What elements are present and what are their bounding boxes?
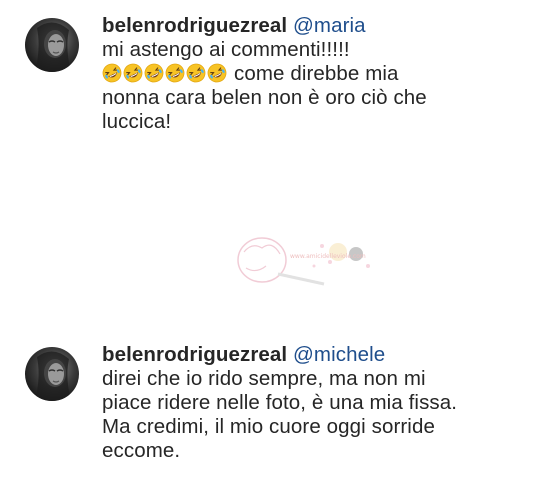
watermark-text: www.amicidelleviole.com — [290, 253, 366, 260]
comment-header: belenrodriguezreal @michele — [102, 343, 522, 367]
watermark-icon — [237, 237, 370, 286]
comment-line-emoji: come direbbe mia — [102, 62, 522, 86]
emoji-group — [102, 63, 228, 83]
comment-line: direi che io rido sempre, ma non mi — [102, 367, 426, 390]
username-link[interactable]: belenrodriguezreal — [102, 343, 287, 366]
avatar[interactable] — [25, 347, 79, 401]
rofl-laughing-emoji-icon — [144, 63, 164, 83]
profile-photo-icon — [35, 351, 71, 401]
mention-link[interactable]: @maria — [293, 14, 366, 37]
rofl-laughing-emoji-icon — [186, 63, 206, 83]
comment-line: piace ridere nelle foto, è una mia fissa… — [102, 391, 458, 414]
comment-line: luccica! — [102, 110, 172, 133]
watermark-logo: www.amicidelleviole.com — [234, 232, 384, 292]
comment-line: eccome. — [102, 439, 181, 462]
comment-line: mi astengo ai commenti!!!!! — [102, 38, 350, 61]
comment-text: belenrodriguezreal @maria mi astengo ai … — [102, 14, 522, 134]
comment-text: belenrodriguezreal @michele direi che io… — [102, 343, 522, 463]
comment-line: Ma credimi, il mio cuore oggi sorride — [102, 415, 435, 438]
rofl-laughing-emoji-icon — [207, 63, 227, 83]
username-link[interactable]: belenrodriguezreal — [102, 14, 287, 37]
mention-link[interactable]: @michele — [293, 343, 385, 366]
rofl-laughing-emoji-icon — [102, 63, 122, 83]
comment-line: nonna cara belen non è oro ciò che — [102, 86, 427, 109]
comment-line: come direbbe mia — [234, 62, 399, 85]
comment-header: belenrodriguezreal @maria — [102, 14, 522, 38]
profile-photo-icon — [35, 22, 71, 72]
rofl-laughing-emoji-icon — [123, 63, 143, 83]
avatar[interactable] — [25, 18, 79, 72]
rofl-laughing-emoji-icon — [165, 63, 185, 83]
